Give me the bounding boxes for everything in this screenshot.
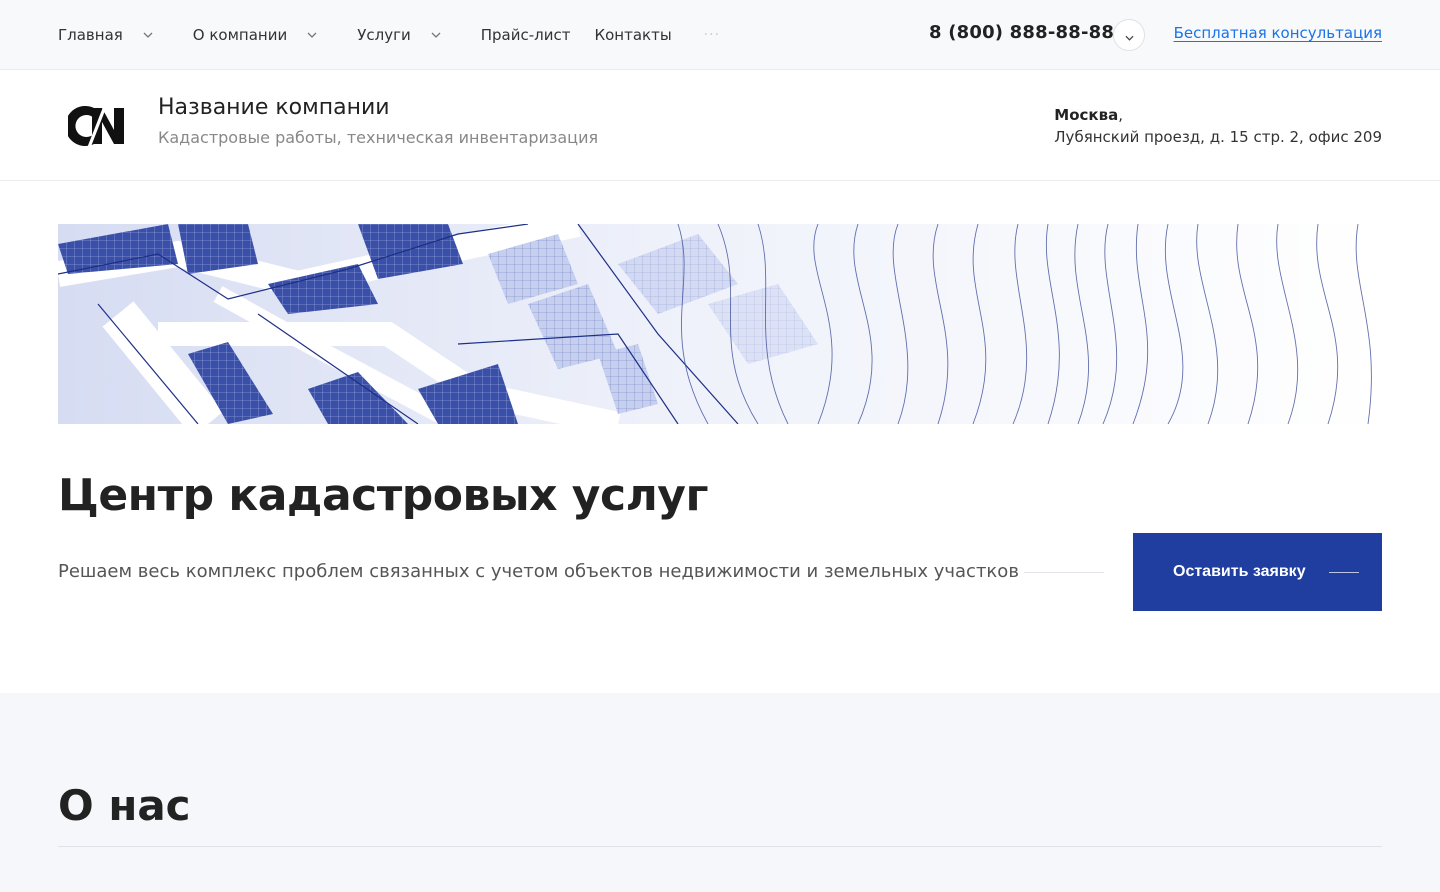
free-consultation-link[interactable]: Бесплатная консультация — [1174, 24, 1382, 42]
nav-item-home[interactable]: Главная — [58, 26, 155, 44]
nav-item-label: Контакты — [594, 26, 672, 44]
nav-item-pricelist[interactable]: Прайс-лист — [481, 26, 571, 44]
company-name[interactable]: Название компании — [158, 95, 390, 120]
main-nav: Главная О компании Услуги Прайс-лист Кон… — [58, 0, 720, 70]
phone-number[interactable]: 8 (800) 888-88-88 — [929, 22, 1114, 43]
company-logo[interactable] — [65, 100, 128, 150]
top-navbar: Главная О компании Услуги Прайс-лист Кон… — [0, 0, 1440, 70]
nav-item-label: О компании — [192, 26, 288, 44]
hero-subtitle: Решаем весь комплекс проблем связанных с… — [58, 561, 1019, 582]
hero-title: Центр кадастровых услуг — [58, 470, 708, 521]
site-header: Название компании Кадастровые работы, те… — [0, 70, 1440, 181]
hero-banner-image — [58, 224, 1382, 424]
arrow-line-icon — [1329, 572, 1359, 573]
address-separator: , — [1118, 106, 1123, 124]
nav-item-label: Прайс-лист — [480, 26, 571, 44]
nav-item-label: Услуги — [357, 26, 411, 44]
chevron-down-icon — [1124, 26, 1134, 45]
nav-item-label: Главная — [58, 26, 123, 44]
nav-item-about[interactable]: О компании — [193, 26, 319, 44]
address-city: Москва — [1054, 106, 1119, 124]
chevron-down-icon — [305, 28, 319, 42]
address-line: Лубянский проезд, д. 15 стр. 2, офис 209 — [1054, 128, 1382, 146]
about-section: О нас — [0, 693, 1440, 892]
leave-request-button[interactable]: Оставить заявку — [1133, 533, 1382, 611]
company-description: Кадастровые работы, техническая инвентар… — [158, 128, 599, 147]
phone-dropdown-button[interactable] — [1113, 19, 1145, 51]
nav-item-services[interactable]: Услуги — [357, 26, 442, 44]
nav-more-icon[interactable]: ··· — [704, 27, 720, 43]
chevron-down-icon — [429, 28, 443, 42]
nav-item-contacts[interactable]: Контакты — [594, 26, 671, 44]
about-divider — [58, 846, 1382, 847]
chevron-down-icon — [141, 28, 155, 42]
about-title: О нас — [58, 781, 191, 830]
company-address: Москва, Лубянский проезд, д. 15 стр. 2, … — [1054, 104, 1382, 148]
divider-line — [1024, 572, 1104, 573]
leave-request-label: Оставить заявку — [1173, 563, 1306, 580]
